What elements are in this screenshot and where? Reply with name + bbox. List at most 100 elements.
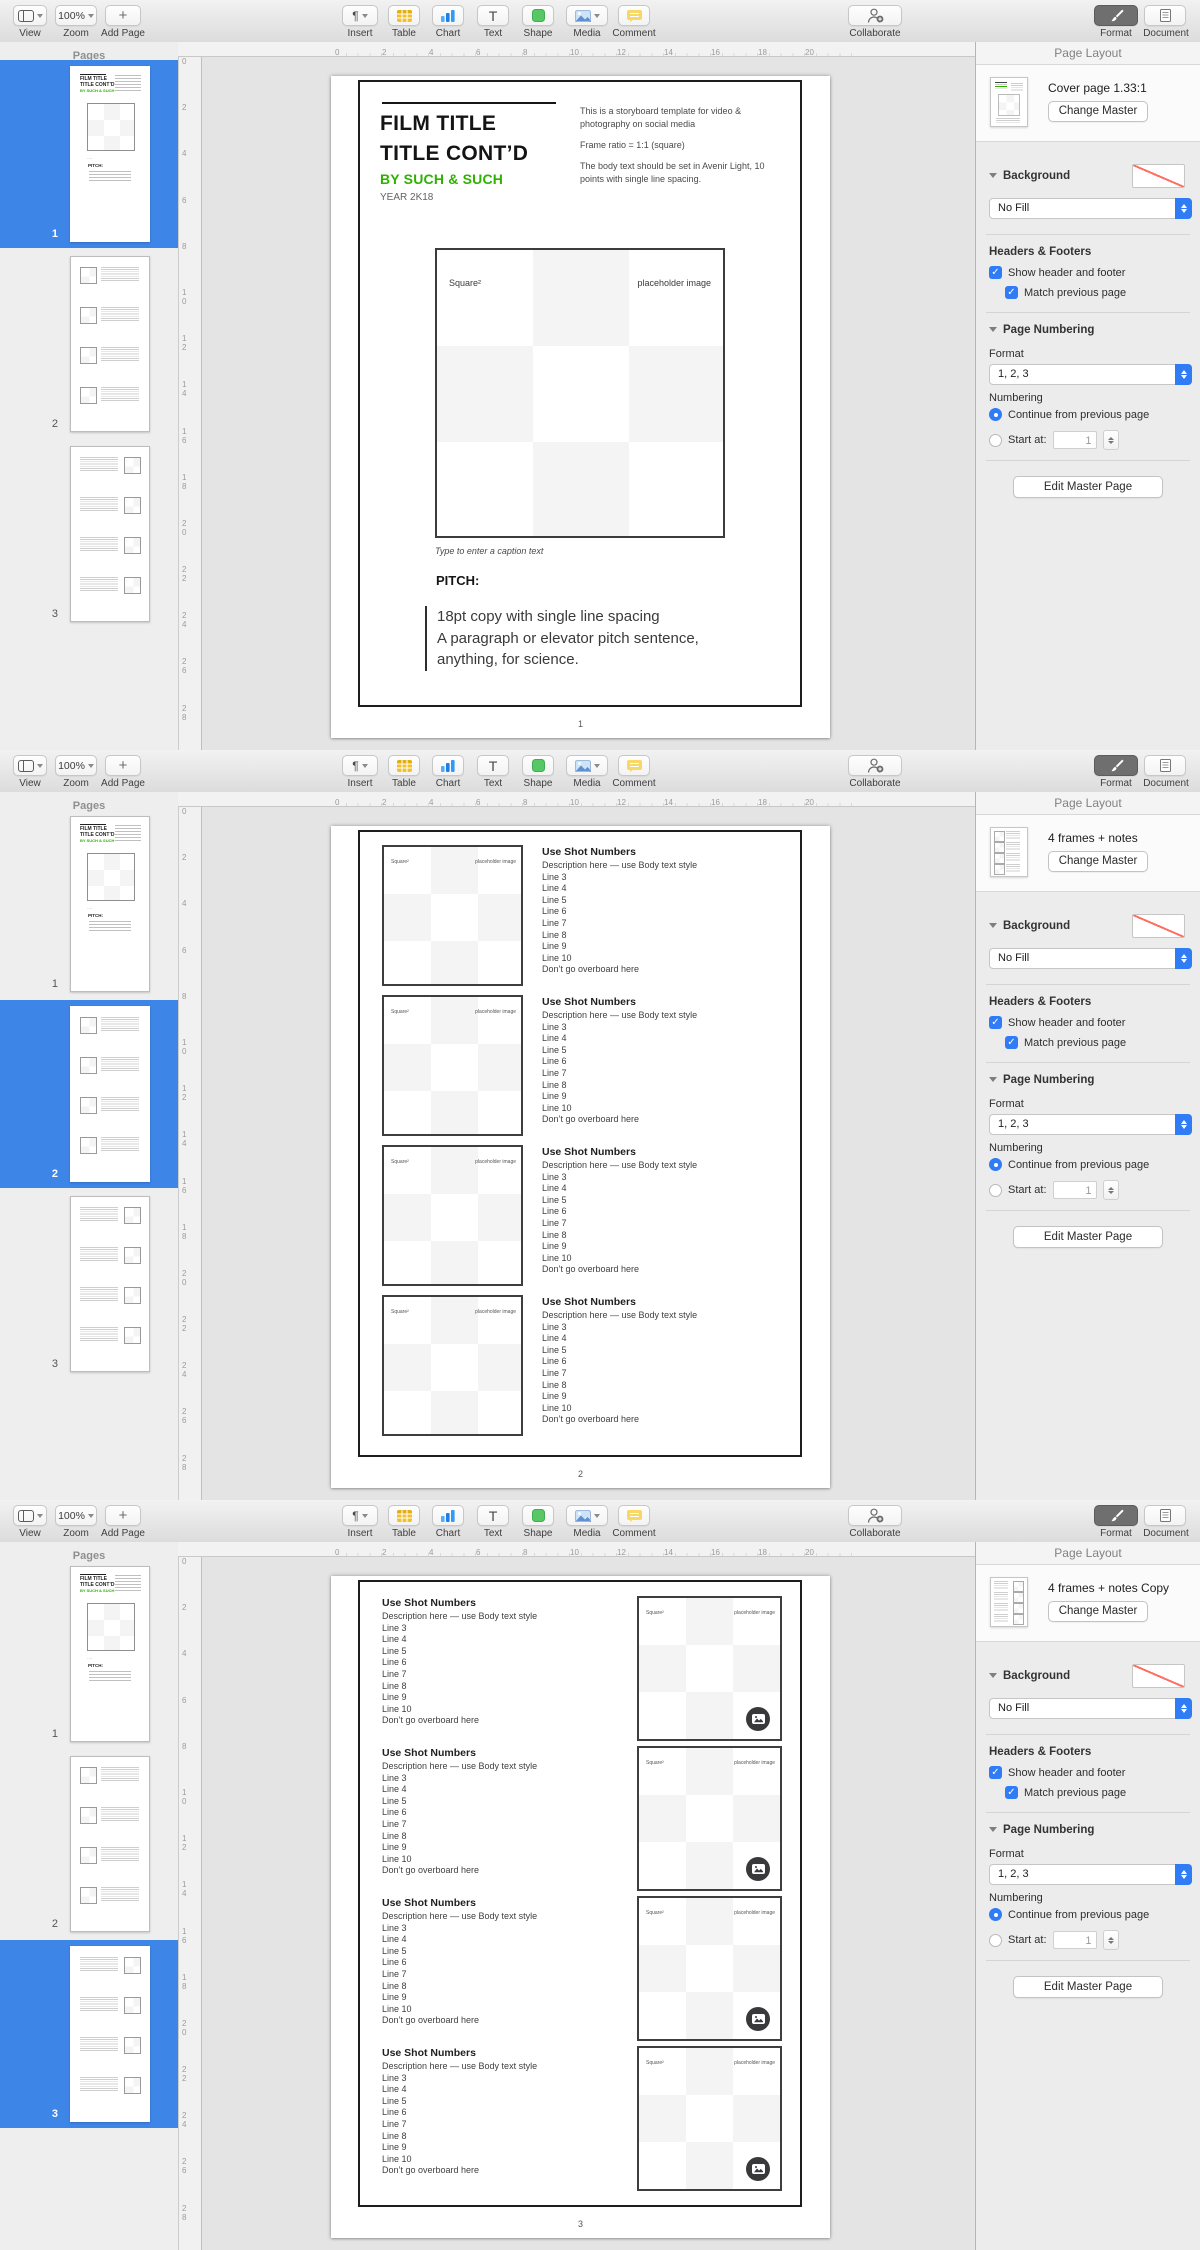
collaborate-button[interactable] [848,1505,902,1526]
media-button[interactable] [566,755,608,776]
text-button[interactable]: T [477,5,509,26]
radio-unselected-icon[interactable] [989,1933,1002,1947]
insert-media-button[interactable] [746,1707,770,1731]
master-thumbnail[interactable] [990,827,1028,877]
insert-button[interactable]: ¶ [342,5,378,26]
square-image-placeholder[interactable]: Square² placeholder image [382,1145,523,1286]
radio-selected-icon[interactable] [989,408,1002,421]
number-format-dropdown[interactable]: 1, 2, 3 [989,364,1192,385]
page-thumbnail-1[interactable]: FILM TITLE TITLE CONT’D BY SUCH & SUCH ·… [0,60,178,248]
page-thumbnail-3[interactable]: 3 [0,1940,178,2128]
chart-button[interactable] [432,755,464,776]
shape-button[interactable] [522,1505,554,1526]
page-thumbnail-1[interactable]: FILM TITLE TITLE CONT’D BY SUCH & SUCH ·… [0,1560,178,1748]
document-button[interactable] [1144,755,1186,776]
chart-button[interactable] [432,5,464,26]
checkbox-checked-icon[interactable]: ✓ [1005,286,1018,299]
view-button[interactable] [13,5,47,26]
thumbnail-page-frames-mirrored[interactable] [70,446,150,622]
square-image-placeholder[interactable]: Square² placeholder image [637,2046,782,2191]
show-header-footer-row[interactable]: ✓ Show header and footer [989,266,1125,279]
master-thumbnail[interactable] [990,1577,1028,1627]
document-page[interactable]: FILM TITLE TITLE CONT’D BY SUCH & SUCH Y… [331,826,830,1488]
chart-button[interactable] [432,1505,464,1526]
square-image-placeholder[interactable]: Square² placeholder image [382,995,523,1136]
match-previous-row[interactable]: ✓ Match previous page [1005,1786,1126,1799]
stepper-control[interactable] [1102,1930,1119,1950]
page-thumbnail-2[interactable]: 2 [0,1750,178,1938]
page-thumbnail-2[interactable]: 2 [0,1000,178,1188]
insert-media-button[interactable] [746,2007,770,2031]
continue-numbering-row[interactable]: Continue from previous page [989,1158,1149,1171]
edit-master-page-button[interactable]: Edit Master Page [1013,1226,1163,1248]
text-button[interactable]: T [477,1505,509,1526]
master-thumbnail[interactable] [990,77,1028,127]
page-thumbnail-3[interactable]: 3 [0,1190,178,1378]
insert-button[interactable]: ¶ [342,755,378,776]
radio-unselected-icon[interactable] [989,1183,1002,1197]
thumbnail-page-frames-mirrored[interactable] [70,1946,150,2122]
shot-notes-textbox[interactable]: Use Shot Numbers Description here — use … [542,1146,772,1276]
start-at-row[interactable]: Start at: 1 [989,1930,1119,1950]
insert-button[interactable]: ¶ [342,1505,378,1526]
stepper-control[interactable] [1102,430,1119,450]
zoom-control[interactable]: 100% [55,1505,97,1526]
page-thumbnail-2[interactable]: 2 [0,250,178,438]
pitch-textbox[interactable]: 18pt copy with single line spacing A para… [425,606,699,671]
page-numbering-section-header[interactable]: Page Numbering [989,1824,1187,1836]
checkbox-checked-icon[interactable]: ✓ [1005,1786,1018,1799]
start-at-input[interactable]: 1 [1052,1931,1097,1949]
start-at-row[interactable]: Start at: 1 [989,430,1119,450]
checkbox-checked-icon[interactable]: ✓ [989,1766,1002,1779]
background-fill-dropdown[interactable]: No Fill [989,948,1192,969]
checkbox-checked-icon[interactable]: ✓ [989,1016,1002,1029]
media-button[interactable] [566,1505,608,1526]
change-master-button[interactable]: Change Master [1048,1601,1148,1622]
document-button[interactable] [1144,5,1186,26]
shape-button[interactable] [522,5,554,26]
square-image-placeholder[interactable]: Square² placeholder image [637,1746,782,1891]
add-page-button[interactable]: + [105,5,141,26]
thumbnail-page-cover[interactable]: FILM TITLE TITLE CONT’D BY SUCH & SUCH ·… [70,66,150,242]
media-button[interactable] [566,5,608,26]
shot-notes-textbox[interactable]: Use Shot Numbers Description here — use … [382,1747,612,1877]
square-image-placeholder[interactable]: Square² placeholder image [637,1896,782,2041]
checkbox-checked-icon[interactable]: ✓ [989,266,1002,279]
insert-media-button[interactable] [746,1857,770,1881]
thumbnail-page-frames[interactable] [70,1006,150,1182]
page-numbering-section-header[interactable]: Page Numbering [989,1074,1187,1086]
radio-unselected-icon[interactable] [989,433,1002,447]
background-fill-dropdown[interactable]: No Fill [989,198,1192,219]
shot-notes-textbox[interactable]: Use Shot Numbers Description here — use … [382,1897,612,2027]
number-format-dropdown[interactable]: 1, 2, 3 [989,1114,1192,1135]
collaborate-button[interactable] [848,5,902,26]
edit-master-page-button[interactable]: Edit Master Page [1013,1976,1163,1998]
continue-numbering-row[interactable]: Continue from previous page [989,1908,1149,1921]
shot-notes-textbox[interactable]: Use Shot Numbers Description here — use … [542,846,772,976]
thumbnail-page-frames-mirrored[interactable] [70,1196,150,1372]
background-fill-swatch[interactable] [1132,914,1185,938]
shape-button[interactable] [522,755,554,776]
film-title-textbox[interactable]: FILM TITLE TITLE CONT’D [380,109,528,169]
table-button[interactable] [388,1505,420,1526]
document-page[interactable]: FILM TITLE TITLE CONT’D BY SUCH & SUCH Y… [331,76,830,738]
background-fill-swatch[interactable] [1132,164,1185,188]
year-textbox[interactable]: YEAR 2K18 [380,192,433,203]
checkbox-checked-icon[interactable]: ✓ [1005,1036,1018,1049]
table-button[interactable] [388,755,420,776]
format-button[interactable] [1094,5,1138,26]
radio-selected-icon[interactable] [989,1158,1002,1171]
thumbnail-page-cover[interactable]: FILM TITLE TITLE CONT’D BY SUCH & SUCH ·… [70,816,150,992]
change-master-button[interactable]: Change Master [1048,851,1148,872]
document-page[interactable]: FILM TITLE TITLE CONT’D BY SUCH & SUCH Y… [331,1576,830,2238]
thumbnail-page-frames[interactable] [70,256,150,432]
zoom-control[interactable]: 100% [55,5,97,26]
stepper-control[interactable] [1102,1180,1119,1200]
insert-media-button[interactable] [746,2157,770,2181]
view-button[interactable] [13,755,47,776]
show-header-footer-row[interactable]: ✓ Show header and footer [989,1016,1125,1029]
start-at-input[interactable]: 1 [1052,431,1097,449]
caption-textbox[interactable]: Type to enter a caption text [435,546,543,556]
table-button[interactable] [388,5,420,26]
format-button[interactable] [1094,1505,1138,1526]
